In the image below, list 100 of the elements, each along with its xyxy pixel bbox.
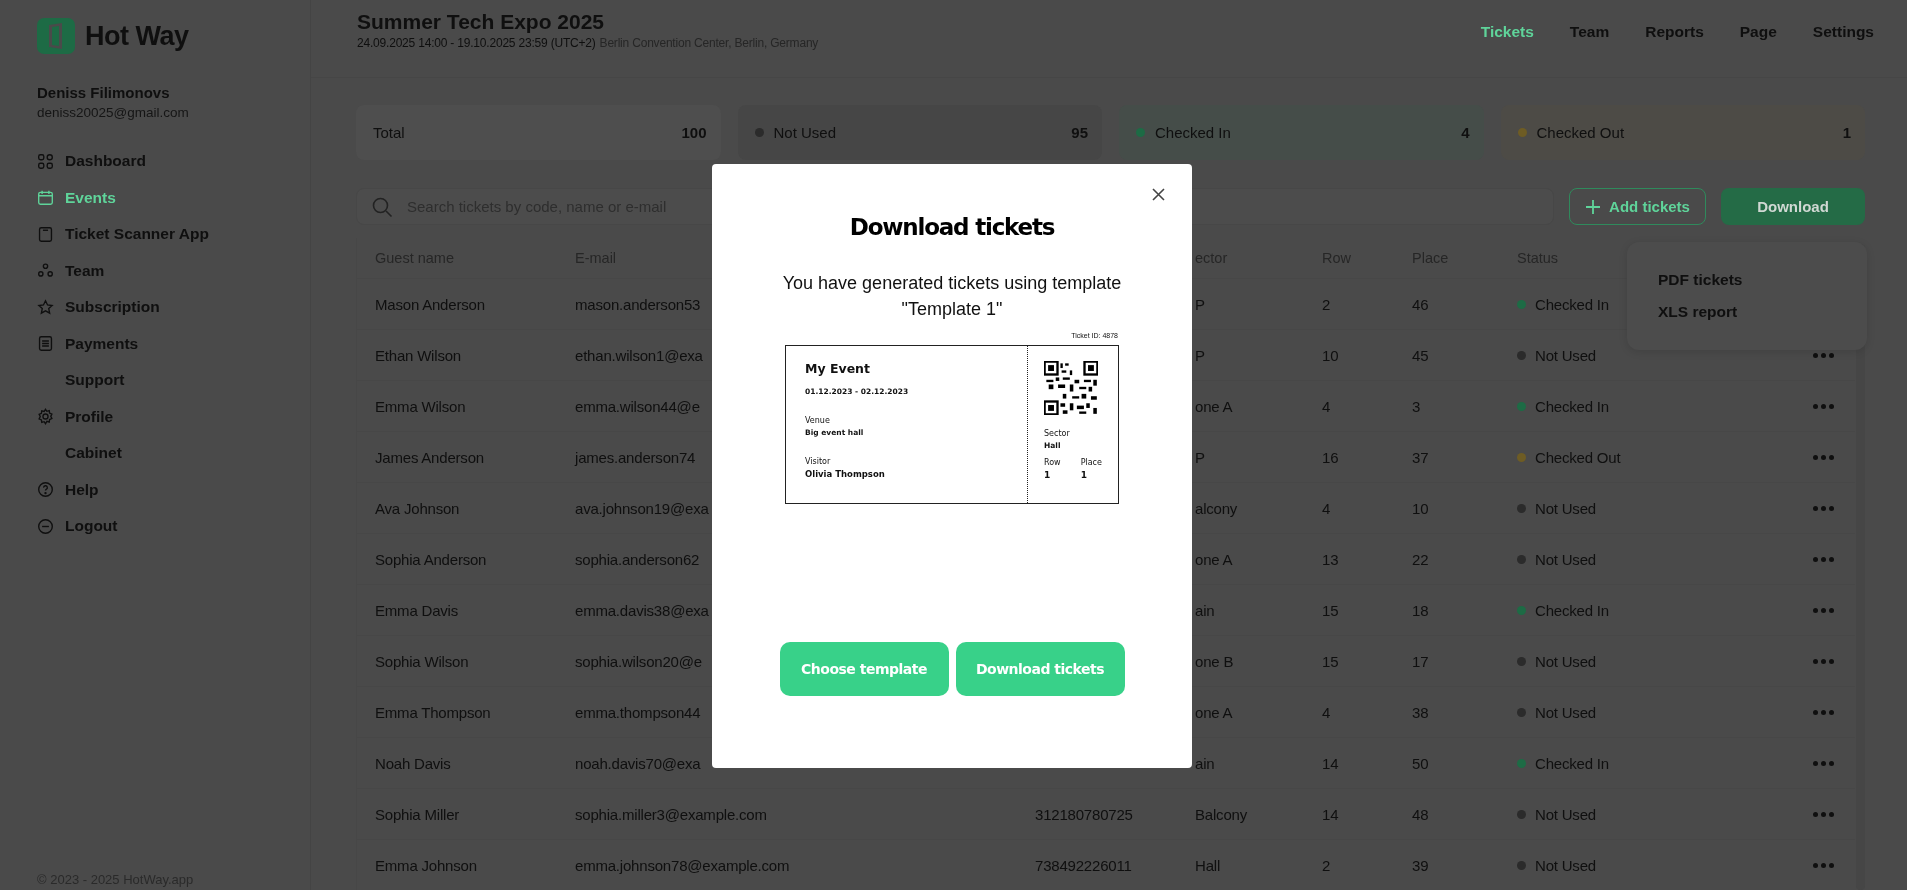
nav-tab[interactable]: Settings (1812, 23, 1874, 41)
table-cell: Sophia Anderson (375, 550, 487, 568)
brand-name: Hot Way (85, 20, 189, 52)
table-cell: Checked In (1535, 397, 1609, 415)
more-button[interactable] (1813, 352, 1835, 358)
table-cell: Emma Johnson (375, 856, 477, 874)
star-icon (37, 298, 54, 316)
more-button[interactable] (1813, 505, 1835, 511)
ticket-label: Venue (805, 416, 831, 425)
event-dates: 24.09.2025 14:00 - 19.10.2025 23:59 (UTC+2) (357, 36, 596, 50)
sidebar-item[interactable]: Team (37, 252, 105, 289)
sidebar-item[interactable]: Events (37, 179, 116, 216)
more-button[interactable] (1813, 454, 1835, 460)
table-cell: P (1195, 448, 1205, 466)
table-cell: Sophia Wilson (375, 652, 469, 670)
table-cell: sophia.wilson20@e (575, 652, 702, 670)
sidebar-item[interactable]: Profile (37, 398, 114, 435)
sidebar-item[interactable]: Help (37, 471, 99, 508)
stat-label: Total (373, 124, 405, 141)
table-cell: Noah Davis (375, 754, 451, 772)
table-cell: emma.davis38@exa (575, 601, 709, 619)
sidebar-item[interactable]: Cabinet (37, 435, 122, 472)
sidebar-item[interactable]: Dashboard (37, 143, 146, 180)
table-cell: ain (1195, 601, 1215, 619)
calendar-icon (37, 189, 54, 207)
table-cell: ava.johnson19@exa (575, 499, 709, 517)
sidebar-item[interactable]: Logout (37, 508, 118, 545)
more-button[interactable] (1813, 607, 1835, 613)
table-cell: 3 (1412, 397, 1421, 415)
more-button[interactable] (1813, 403, 1835, 409)
more-button[interactable] (1813, 658, 1835, 664)
table-cell: 48 (1412, 805, 1429, 823)
table-cell: Hall (1195, 856, 1221, 874)
help-icon (37, 481, 54, 499)
table-cell: one A (1195, 397, 1233, 415)
table-cell: 2 (1322, 856, 1331, 874)
ticket-row-text: 1 (1044, 470, 1052, 480)
ticket-label: Row (1044, 458, 1061, 467)
sidebar-item[interactable]: Ticket Scanner App (37, 216, 209, 253)
more-button[interactable] (1813, 760, 1835, 766)
table-cell: Emma Davis (375, 601, 458, 619)
ticket-visitor: Olivia Thompson (805, 469, 886, 479)
more-button[interactable] (1813, 811, 1835, 817)
table-cell: 738492226011 (1035, 856, 1132, 874)
table-cell: emma.johnson78@example.com (575, 856, 790, 874)
menu-item[interactable]: PDF tickets (1658, 271, 1743, 289)
table-cell: Emma Thompson (375, 703, 491, 721)
sidebar-item[interactable]: Subscription (37, 289, 160, 326)
sidebar-item[interactable]: Payments (37, 325, 139, 362)
table-cell: Ethan Wilson (375, 346, 461, 364)
stat-value: 100 (681, 124, 707, 141)
table-cell: Balcony (1195, 805, 1247, 823)
event-title: Summer Tech Expo 2025 (357, 10, 606, 34)
nav-tab[interactable]: Reports (1645, 23, 1704, 41)
people-icon (37, 262, 54, 280)
table-cell: 4 (1322, 397, 1331, 415)
table-cell: Ava Johnson (375, 499, 460, 517)
table-cell: Not Used (1535, 346, 1596, 364)
nav-tab[interactable]: Page (1739, 23, 1777, 41)
table-cell: james.anderson74 (575, 448, 696, 466)
stat-label: Checked Out (1536, 124, 1625, 141)
table-cell: emma.thompson44 (575, 703, 701, 721)
table-cell: Checked Out (1535, 448, 1621, 466)
table-cell: Not Used (1535, 499, 1596, 517)
ticket-place: 1 (1080, 470, 1088, 480)
table-cell: 14 (1322, 805, 1339, 823)
table-cell: 15 (1322, 601, 1339, 619)
more-button[interactable] (1813, 556, 1835, 562)
modal-button[interactable]: Choose template (779, 642, 949, 696)
nav-tab[interactable]: Team (1569, 23, 1610, 41)
table-cell: sophia.anderson62 (575, 550, 700, 568)
modal-button[interactable]: Download tickets (955, 642, 1125, 696)
tablet-icon (37, 225, 54, 243)
add-tickets-button[interactable]: Add tickets (1569, 188, 1706, 225)
table-cell: noah.davis70@exa (575, 754, 701, 772)
download-button[interactable]: Download (1721, 188, 1865, 225)
table-cell: 22 (1412, 550, 1429, 568)
modal-message: You have generated tickets using template "Template 1" (781, 272, 1123, 321)
table-cell: 13 (1322, 550, 1339, 568)
table-cell: 2 (1322, 295, 1331, 313)
table-cell: Sophia Miller (375, 805, 460, 823)
qr-code (1044, 361, 1098, 415)
stat-value: 1 (1842, 124, 1851, 141)
table-cell: one A (1195, 550, 1233, 568)
table-cell: Not Used (1535, 703, 1596, 721)
table-cell: sophia.miller3@example.com (575, 805, 767, 823)
table-cell: 4 (1322, 703, 1331, 721)
table-cell: 10 (1412, 499, 1429, 517)
grid-icon (37, 152, 54, 170)
sidebar-item[interactable]: Support (37, 362, 125, 399)
menu-item[interactable]: XLS report (1658, 303, 1738, 321)
logout-icon (37, 517, 54, 535)
stat-label: Checked In (1155, 124, 1231, 141)
table-cell: Not Used (1535, 805, 1596, 823)
nav-tab[interactable]: Tickets (1480, 23, 1534, 41)
table-cell: Checked In (1535, 754, 1609, 772)
more-button[interactable] (1813, 862, 1835, 868)
more-button[interactable] (1813, 709, 1835, 715)
table-cell: 10 (1322, 346, 1339, 364)
table-cell: Not Used (1535, 550, 1596, 568)
